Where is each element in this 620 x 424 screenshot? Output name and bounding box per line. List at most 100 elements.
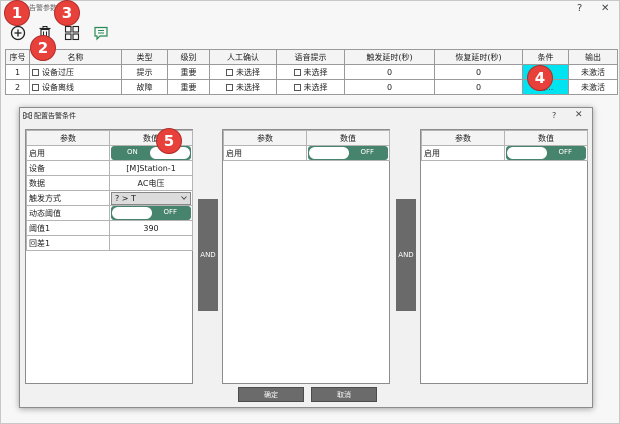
hysteresis-value[interactable] <box>109 235 193 251</box>
device-value[interactable]: [M]Station-1 <box>109 160 193 176</box>
table-row[interactable]: 2 设备离线 故障 重要 未选择 未选择 0 0 生... 未激活 <box>5 79 618 95</box>
header-recover-delay: 恢复延时(秒) <box>434 49 523 65</box>
param-header: 参数 <box>421 130 505 146</box>
row-trigger-delay[interactable]: 0 <box>344 64 435 80</box>
toggle-knob <box>507 147 547 159</box>
row-index: 2 <box>5 79 30 95</box>
header-index: 序号 <box>5 49 30 65</box>
alarm-condition-dialog: 配置告警条件 ? ✕ 参数 数值 启用 ON 设备 [M]Station-1 数… <box>19 107 593 408</box>
condition-table-3: 参数 数值 启用 OFF <box>421 130 588 161</box>
command-icon <box>23 112 32 119</box>
data-label: 数据 <box>26 175 110 191</box>
add-button[interactable] <box>8 23 28 43</box>
dialog-title: 配置告警条件 <box>34 112 76 120</box>
param-header: 参数 <box>26 130 110 146</box>
row-manual-cell[interactable]: 未选择 <box>209 64 277 80</box>
row-voice-cell[interactable]: 未选择 <box>276 64 345 80</box>
annotation-badge-4: 4 <box>527 65 553 91</box>
toggle-off-label: OFF <box>163 208 177 216</box>
row-level[interactable]: 重要 <box>167 79 210 95</box>
condition-table-2: 参数 数值 启用 OFF <box>223 130 390 161</box>
row-level[interactable]: 重要 <box>167 64 210 80</box>
row-output[interactable]: 未激活 <box>568 64 618 80</box>
condition-panel-3: 参数 数值 启用 OFF <box>420 129 588 384</box>
trigger-mode-value: ? > T <box>115 193 136 203</box>
trigger-mode-select[interactable]: ? > T <box>111 191 191 205</box>
row-recover-delay[interactable]: 0 <box>434 64 523 80</box>
dynamic-threshold-toggle[interactable]: OFF <box>111 206 191 220</box>
toggle-on-label: ON <box>127 148 138 156</box>
row-voice: 未选择 <box>303 82 328 92</box>
row-manual: 未选择 <box>236 82 260 92</box>
row-name: 设备过压 <box>42 67 74 77</box>
header-manual-confirm: 人工确认 <box>209 49 277 65</box>
voice-checkbox[interactable] <box>293 68 301 76</box>
and-operator-1[interactable]: AND <box>198 199 218 311</box>
toggle-knob <box>309 147 349 159</box>
table-row[interactable]: 1 设备过压 提示 重要 未选择 未选择 0 0 生... 未激活 <box>5 64 618 80</box>
dynamic-threshold-label: 动态阈值 <box>26 205 110 221</box>
dialog-close-button[interactable]: ✕ <box>575 110 583 120</box>
row-recover-delay[interactable]: 0 <box>434 79 523 95</box>
enable-label: 启用 <box>421 145 505 161</box>
toggle-off-label: OFF <box>558 148 572 156</box>
row-checkbox[interactable] <box>32 68 39 76</box>
row-voice-cell[interactable]: 未选择 <box>276 79 345 95</box>
header-voice-prompt: 语音提示 <box>276 49 345 65</box>
header-trigger-delay: 触发延时(秒) <box>344 49 435 65</box>
row-index: 1 <box>5 64 30 80</box>
manual-checkbox[interactable] <box>226 83 233 91</box>
voice-checkbox[interactable] <box>293 83 301 91</box>
ok-button[interactable]: 确定 <box>238 387 304 402</box>
enable-toggle[interactable]: OFF <box>308 146 388 160</box>
alarm-table: 序号 名称 类型 级别 人工确认 语音提示 触发延时(秒) 恢复延时(秒) 条件… <box>5 49 618 95</box>
row-type[interactable]: 故障 <box>121 79 168 95</box>
device-label: 设备 <box>26 160 110 176</box>
close-button[interactable]: ✕ <box>601 3 609 14</box>
condition-panel-1: 参数 数值 启用 ON 设备 [M]Station-1 数据 AC电压 触发方式… <box>25 129 193 384</box>
data-value[interactable]: AC电压 <box>109 175 193 191</box>
dialog-help-button[interactable]: ? <box>552 111 556 120</box>
header-output: 输出 <box>568 49 618 65</box>
param-header: 参数 <box>223 130 307 146</box>
annotation-badge-5: 5 <box>156 128 182 154</box>
table-header-row: 序号 名称 类型 级别 人工确认 语音提示 触发延时(秒) 恢复延时(秒) 条件… <box>5 49 618 65</box>
row-checkbox[interactable] <box>32 83 39 91</box>
annotation-badge-3: 3 <box>54 0 80 26</box>
row-type[interactable]: 提示 <box>121 64 168 80</box>
window-title: 告警参数 <box>29 4 57 12</box>
manual-checkbox[interactable] <box>226 68 233 76</box>
enable-toggle[interactable]: OFF <box>506 146 586 160</box>
hysteresis-label: 回差1 <box>26 235 110 251</box>
row-name: 设备离线 <box>42 82 74 92</box>
header-condition: 条件 <box>522 49 569 65</box>
condition-panel-2: 参数 数值 启用 OFF <box>222 129 390 384</box>
chevron-down-icon <box>181 196 187 200</box>
threshold-value[interactable]: 390 <box>109 220 193 236</box>
row-name-cell[interactable]: 设备过压 <box>29 64 122 80</box>
help-button[interactable]: ? <box>577 3 582 14</box>
cancel-button[interactable]: 取消 <box>311 387 377 402</box>
plus-circle-icon <box>10 25 26 41</box>
threshold-label: 阈值1 <box>26 220 110 236</box>
message-icon <box>94 26 108 41</box>
grid-button[interactable] <box>62 23 82 43</box>
row-output[interactable]: 未激活 <box>568 79 618 95</box>
annotation-badge-2: 2 <box>30 35 56 61</box>
row-name-cell[interactable]: 设备离线 <box>29 79 122 95</box>
trigger-label: 触发方式 <box>26 190 110 206</box>
grid-icon <box>64 25 80 41</box>
row-trigger-delay[interactable]: 0 <box>344 79 435 95</box>
comment-button[interactable] <box>91 23 111 43</box>
header-level: 级别 <box>167 49 210 65</box>
and-operator-2[interactable]: AND <box>396 199 416 311</box>
row-manual: 未选择 <box>236 67 260 77</box>
row-manual-cell[interactable]: 未选择 <box>209 79 277 95</box>
enable-label: 启用 <box>26 145 110 161</box>
toggle-off-label: OFF <box>360 148 374 156</box>
row-voice: 未选择 <box>303 67 328 77</box>
enable-label: 启用 <box>223 145 307 161</box>
toggle-knob <box>112 207 152 219</box>
header-type: 类型 <box>121 49 168 65</box>
value-header: 数值 <box>306 130 390 146</box>
